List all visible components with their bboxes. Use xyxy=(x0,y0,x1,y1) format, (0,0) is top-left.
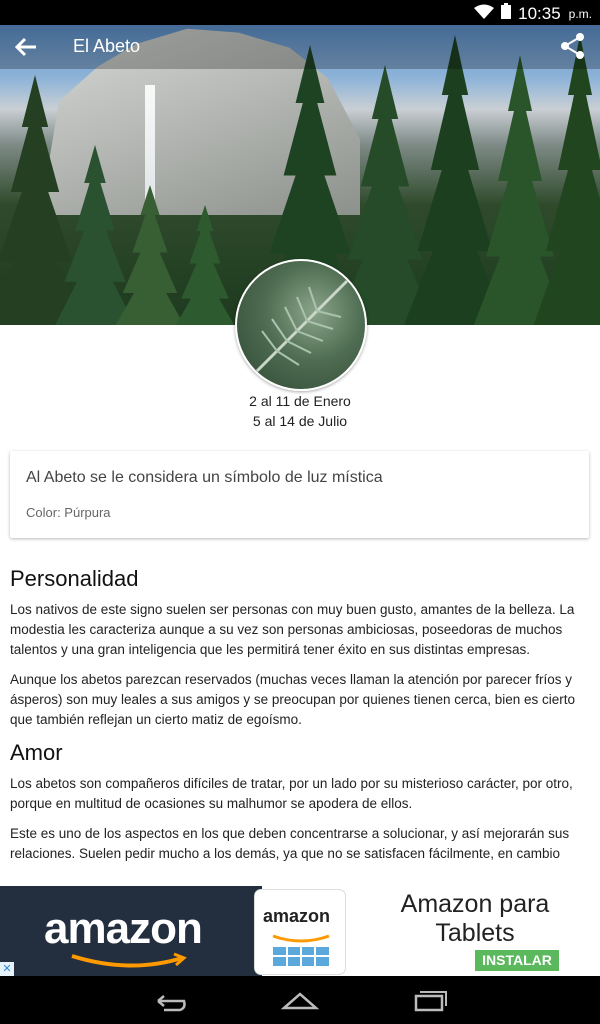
date-range-1: 2 al 11 de Enero xyxy=(249,393,351,409)
amazon-smile-icon xyxy=(71,952,187,968)
clock-ampm: p.m. xyxy=(568,7,592,21)
clock: 10:35 xyxy=(518,4,561,23)
paragraph: Este es uno de los aspectos en los que d… xyxy=(10,826,570,861)
ad-banner[interactable]: amazon amazon Amazon para Tablets INSTAL… xyxy=(0,886,600,976)
battery-icon xyxy=(500,3,512,25)
amazon-wordmark: amazon xyxy=(44,904,203,953)
article-content: Personalidad Los nativos de este signo s… xyxy=(10,566,592,874)
paragraph: Los nativos de este signo suelen ser per… xyxy=(10,602,575,657)
status-bar: 10:35 p.m. xyxy=(0,0,600,25)
section-heading-personalidad: Personalidad xyxy=(10,566,139,591)
section-heading-amor: Amor xyxy=(10,740,63,765)
tree-avatar xyxy=(235,259,367,391)
color-text: Color: Púrpura xyxy=(26,505,111,520)
system-nav-bar xyxy=(0,976,600,1024)
cart-icon xyxy=(272,934,330,966)
paragraph: Los abetos son compañeros difíciles de t… xyxy=(10,776,573,811)
nav-home-icon[interactable] xyxy=(280,988,320,1014)
nav-recents-icon[interactable] xyxy=(410,988,450,1014)
ad-brand-panel[interactable]: amazon xyxy=(0,886,262,976)
nav-back-icon[interactable] xyxy=(150,988,190,1014)
back-arrow-icon[interactable] xyxy=(10,31,42,63)
install-button[interactable]: INSTALAR xyxy=(475,950,559,971)
ad-title: Amazon para Tablets xyxy=(400,890,550,947)
amazon-app-icon[interactable]: amazon xyxy=(255,890,345,974)
share-icon[interactable] xyxy=(558,31,588,61)
wifi-icon xyxy=(474,4,495,25)
date-range-2: 5 al 14 de Julio xyxy=(252,413,348,429)
paragraph: Aunque los abetos parezcan reservados (m… xyxy=(10,672,576,727)
symbol-card: Al Abeto se le considera un símbolo de l… xyxy=(10,451,589,538)
page-title: El Abeto xyxy=(73,36,141,56)
symbol-text: Al Abeto se le considera un símbolo de l… xyxy=(26,469,383,486)
ad-close-icon[interactable]: ✕ xyxy=(0,962,14,976)
app-toolbar: El Abeto xyxy=(0,25,600,69)
